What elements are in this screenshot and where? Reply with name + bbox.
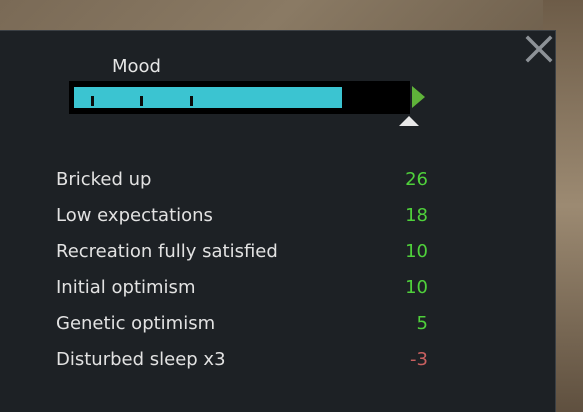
mood-target-arrow-icon	[412, 86, 425, 108]
close-icon[interactable]	[524, 34, 554, 64]
mood-label: Mood	[112, 56, 161, 77]
thought-label: Disturbed sleep x3	[56, 349, 226, 370]
thought-label: Bricked up	[56, 169, 152, 190]
mood-threshold-tick	[140, 96, 143, 106]
thought-row[interactable]: Disturbed sleep x3 -3	[56, 342, 436, 378]
thought-value: 5	[416, 313, 428, 334]
thought-row[interactable]: Recreation fully satisfied 10	[56, 234, 436, 270]
thought-value: 26	[405, 169, 428, 190]
thought-row[interactable]: Initial optimism 10	[56, 270, 436, 306]
thought-value: 18	[405, 205, 428, 226]
thought-list: Bricked up 26 Low expectations 18 Recreation…	[56, 162, 436, 378]
thought-label: Initial optimism	[56, 277, 196, 298]
thought-value: -3	[410, 349, 428, 370]
thought-row[interactable]: Bricked up 26	[56, 162, 436, 198]
mood-threshold-tick	[91, 96, 94, 106]
mood-bar-fill	[74, 87, 342, 108]
thought-row[interactable]: Low expectations 18	[56, 198, 436, 234]
game-scene: Mood Bricked up 26 Low expectations 18 Recre…	[0, 0, 583, 412]
thought-label: Genetic optimism	[56, 313, 216, 334]
mood-threshold-tick	[190, 96, 193, 106]
thought-label: Recreation fully satisfied	[56, 241, 278, 262]
mood-bar	[69, 81, 410, 114]
thought-row[interactable]: Genetic optimism 5	[56, 306, 436, 342]
thought-label: Low expectations	[56, 205, 213, 226]
thought-value: 10	[405, 241, 428, 262]
thought-value: 10	[405, 277, 428, 298]
mood-current-marker-icon	[399, 116, 419, 126]
